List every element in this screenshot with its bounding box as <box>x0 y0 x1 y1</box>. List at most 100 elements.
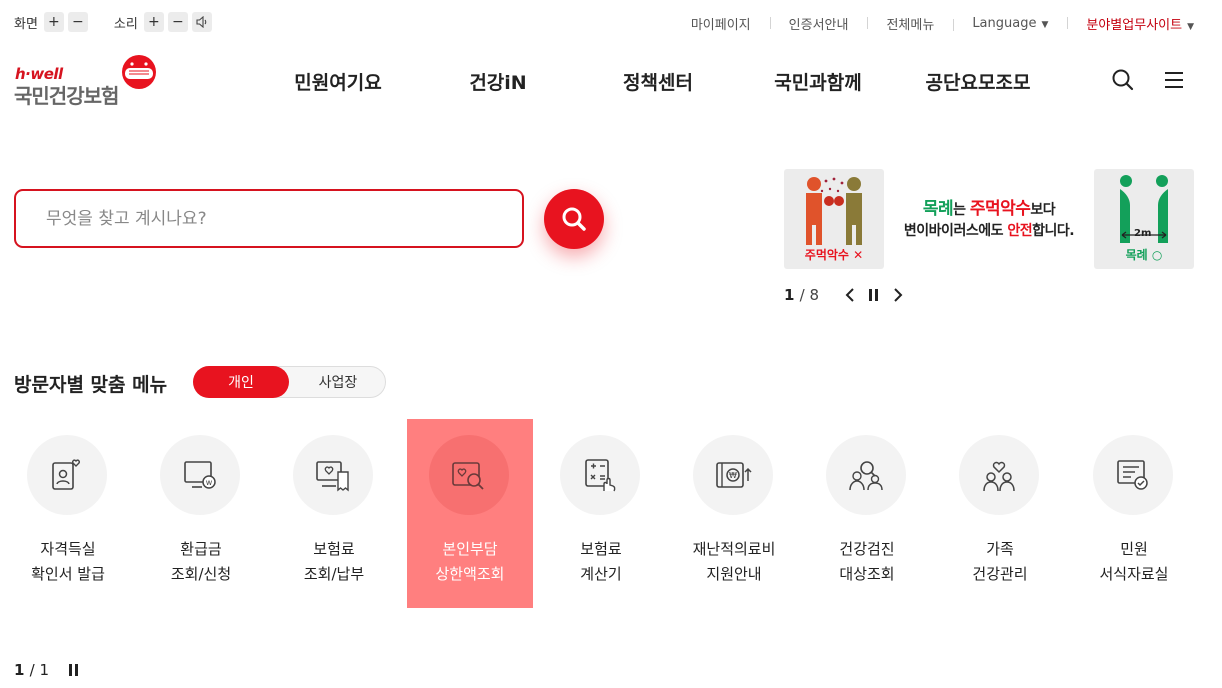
menu-label-line1: 보험료 <box>313 540 355 558</box>
banner-counter: 1 / 8 <box>784 286 838 304</box>
nav-with-citizens[interactable]: 국민과함께 <box>738 68 898 95</box>
screen-zoom-in-button[interactable]: + <box>43 12 64 32</box>
card-search-icon <box>452 462 484 490</box>
pause-icon[interactable] <box>62 660 86 680</box>
menu-label-line1: 건강검진 <box>839 540 895 558</box>
menu-icon-bg <box>27 435 107 515</box>
mascot-icon <box>122 55 156 89</box>
pause-icon[interactable] <box>862 285 886 305</box>
menu-label-line2: 확인서 발급 <box>31 565 105 583</box>
tab-individual[interactable]: 개인 <box>193 366 289 398</box>
banner-text: 보다 <box>1030 202 1056 218</box>
visitor-type-toggle: 개인 사업장 <box>193 366 386 398</box>
wallet-won-up-icon: ₩ <box>716 462 752 488</box>
menu-copayment-ceiling[interactable]: 본인부담 상한액조회 <box>407 419 533 608</box>
menu-label-line2: 조회/납부 <box>303 565 365 583</box>
menu-qualification-certificate[interactable]: 자격득실확인서 발급 <box>5 419 131 608</box>
bow-label: 목례 ○ <box>1125 248 1163 262</box>
menu-label-line2: 서식자료실 <box>1099 565 1169 583</box>
svg-text:w: w <box>206 478 213 487</box>
menu-civil-forms[interactable]: 민원 서식자료실 <box>1071 419 1197 608</box>
menu-label: 건강검진 대상조회 <box>804 537 930 587</box>
menu-label: 재난적의료비지원안내 <box>671 537 797 587</box>
menu-label: 민원 서식자료실 <box>1071 537 1197 587</box>
screen-size-label: 화면 <box>14 16 38 32</box>
nav-policy-center[interactable]: 정책센터 <box>578 68 738 95</box>
prev-arrow-icon[interactable] <box>838 285 862 305</box>
tab-business[interactable]: 사업장 <box>290 366 386 398</box>
fist-bump-label: 주먹악수 ✕ <box>804 248 864 262</box>
menu-current: 1 <box>14 661 25 679</box>
menu-label: 환급금조회/신청 <box>138 537 264 587</box>
menu-label-line1: 재난적의료비 <box>692 540 776 558</box>
menu-label: 가족 건강관리 <box>937 537 1063 587</box>
calculator-hand-icon <box>585 459 616 492</box>
search-icon[interactable] <box>1111 68 1135 92</box>
search-icon <box>562 207 586 231</box>
bow-illustration: 2m 목례 ○ <box>1094 169 1194 269</box>
banner-fist-word: 주먹악수 <box>969 199 1031 219</box>
certificate-guide-link[interactable]: 인증서안내 <box>769 14 868 33</box>
menu-label: 자격득실확인서 발급 <box>5 537 131 587</box>
menu-premium-payment[interactable]: 보험료조회/납부 <box>271 419 397 608</box>
search-button[interactable] <box>544 189 604 249</box>
business-sites-dropdown[interactable]: 분야별업무사이트 ▼ <box>1067 14 1194 33</box>
sound-label: 소리 <box>113 16 138 32</box>
menu-catastrophic-medical-support[interactable]: ₩ 재난적의료비지원안내 <box>671 419 797 608</box>
menu-label-line2: 지원안내 <box>706 565 762 583</box>
business-sites-label: 분야별업무사이트 <box>1086 18 1183 33</box>
svg-text:₩: ₩ <box>729 471 737 480</box>
menu-label-line2: 조회/신청 <box>170 565 232 583</box>
nav-about-nhis[interactable]: 공단요모조모 <box>898 68 1058 95</box>
caret-down-icon: ▼ <box>1187 22 1194 32</box>
speaker-icon[interactable] <box>191 12 212 32</box>
menu-label-line1: 환급금 <box>180 540 222 558</box>
menu-label-line2: 상한액조회 <box>435 565 505 583</box>
monitor-won-icon: w <box>184 461 216 489</box>
menu-icon-bg <box>560 435 640 515</box>
hamburger-menu-icon[interactable] <box>1162 68 1186 92</box>
menu-icon-bg: w <box>160 435 240 515</box>
nav-health-in[interactable]: 건강iN <box>418 68 578 95</box>
banner-message: 목례는 주먹악수보다 변이바이러스에도 안전합니다. <box>888 199 1090 242</box>
promo-banner[interactable]: 주먹악수 ✕ 목례는 주먹악수보다 변이바이러스에도 안전합니다. 2m 목례 … <box>784 169 1194 269</box>
main-navigation: 민원여기요 건강iN 정책센터 국민과함께 공단요모조모 <box>258 68 1058 95</box>
menu-icon-bg <box>293 435 373 515</box>
monitor-receipt-icon <box>316 461 349 492</box>
volume-up-button[interactable]: + <box>143 12 164 32</box>
full-menu-link[interactable]: 전체메뉴 <box>867 14 953 33</box>
menu-premium-calculator[interactable]: 보험료계산기 <box>538 419 664 608</box>
menu-label-line2: 계산기 <box>580 565 622 583</box>
search-input[interactable] <box>16 191 522 246</box>
menu-label-line1: 자격득실 <box>40 540 96 558</box>
next-arrow-icon[interactable] <box>886 285 910 305</box>
family-heart-icon <box>983 461 1015 492</box>
logo[interactable]: h·well 국민건강보험 <box>14 52 164 108</box>
menu-label-line1: 보험료 <box>580 540 622 558</box>
banner-controls: 1 / 8 <box>784 285 910 305</box>
menu-icon-bg <box>1093 435 1173 515</box>
menu-family-health[interactable]: 가족 건강관리 <box>937 419 1063 608</box>
menu-counter: 1 / 1 <box>14 661 62 679</box>
menu-icon-bg <box>826 435 906 515</box>
menu-refund-inquiry[interactable]: w 환급금조회/신청 <box>138 419 264 608</box>
fist-bump-illustration: 주먹악수 ✕ <box>784 169 884 269</box>
banner-total: / 8 <box>799 286 820 304</box>
language-dropdown[interactable]: Language ▼ <box>953 16 1067 31</box>
menu-icon-bg: ₩ <box>693 435 773 515</box>
nav-civil-service[interactable]: 민원여기요 <box>258 68 418 95</box>
menu-icon-bg <box>429 435 509 515</box>
utility-links: 마이페이지 인증서안내 전체메뉴 Language ▼ 분야별업무사이트 ▼ <box>672 14 1194 33</box>
accessibility-controls: 화면 + − 소리 + − <box>14 12 216 32</box>
banner-text: 는 <box>953 202 970 218</box>
menu-pager: 1 / 1 <box>14 660 86 680</box>
menu-icon-bg <box>959 435 1039 515</box>
distance-label: 2m <box>1134 228 1152 239</box>
quick-menu-list: 자격득실확인서 발급 w 환급금조회/신청 보험료조회/납부 본인부담 상한액조회… <box>0 419 1222 609</box>
screen-zoom-out-button[interactable]: − <box>67 12 88 32</box>
mypage-link[interactable]: 마이페이지 <box>672 14 770 33</box>
logo-name: 국민건강보험 <box>14 84 119 108</box>
volume-down-button[interactable]: − <box>167 12 188 32</box>
banner-bow-word: 목례 <box>922 199 954 219</box>
menu-health-checkup-target[interactable]: 건강검진 대상조회 <box>804 419 930 608</box>
